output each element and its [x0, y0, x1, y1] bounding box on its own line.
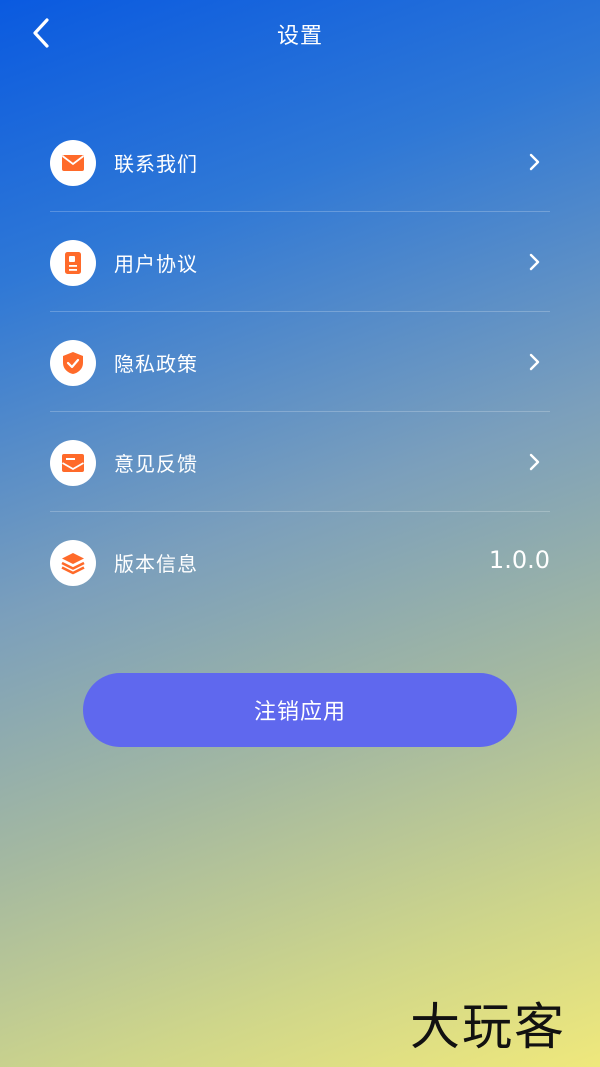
- chevron-right-icon: [529, 353, 540, 371]
- menu-item-version: 版本信息 1.0.0: [50, 512, 550, 612]
- menu-item-label: 版本信息: [114, 552, 198, 576]
- menu-item-label: 隐私政策: [114, 352, 198, 376]
- mail-icon: [50, 140, 96, 186]
- chevron-right-icon: [529, 253, 540, 271]
- menu-item-label: 联系我们: [114, 152, 198, 176]
- settings-list: 联系我们 用户协议 隐私政策 意见反馈 版本信息 1.0.0: [50, 112, 550, 612]
- layers-icon: [50, 540, 96, 586]
- menu-item-contact[interactable]: 联系我们: [50, 112, 550, 212]
- chevron-right-icon: [529, 453, 540, 471]
- menu-item-privacy-policy[interactable]: 隐私政策: [50, 312, 550, 412]
- document-icon: [50, 240, 96, 286]
- menu-item-label: 用户协议: [114, 252, 198, 276]
- menu-item-label: 意见反馈: [114, 452, 198, 476]
- logout-button[interactable]: 注销应用: [83, 673, 517, 747]
- menu-item-feedback[interactable]: 意见反馈: [50, 412, 550, 512]
- feedback-mail-icon: [50, 440, 96, 486]
- chevron-right-icon: [529, 153, 540, 171]
- watermark-logo: 大玩客: [410, 998, 566, 1056]
- menu-item-user-agreement[interactable]: 用户协议: [50, 212, 550, 312]
- version-value: 1.0.0: [488, 546, 550, 574]
- shield-check-icon: [50, 340, 96, 386]
- header: 设置: [0, 0, 600, 70]
- page-title: 设置: [276, 24, 323, 49]
